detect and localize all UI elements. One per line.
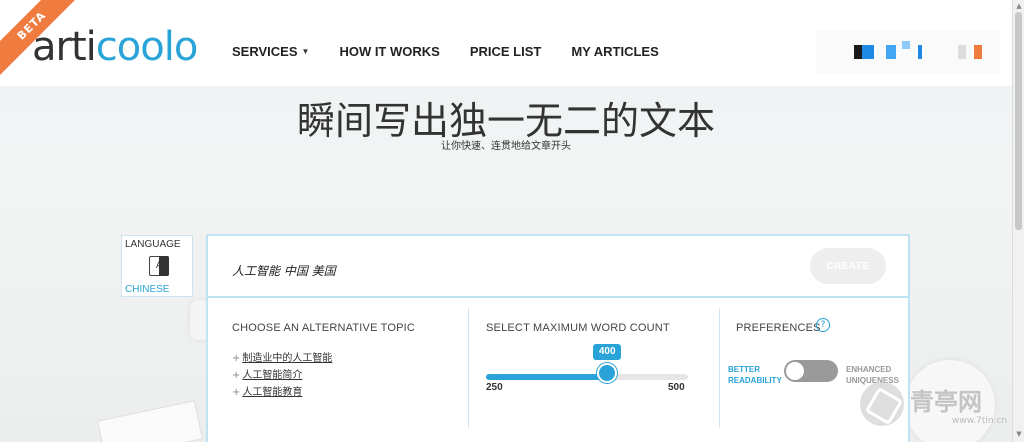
column-divider (719, 308, 720, 428)
list-item: + 人工智能简介 (232, 367, 332, 384)
plus-icon: + (232, 370, 241, 381)
list-item: + 人工智能教育 (232, 384, 332, 401)
user-account-area[interactable] (816, 30, 1000, 74)
translate-icon: A (149, 256, 169, 276)
caret-down-icon: ▼ (301, 47, 310, 56)
language-selector[interactable]: LANGUAGE A CHINESE (121, 235, 193, 297)
preference-toggle[interactable] (784, 360, 838, 382)
word-count-slider-fill (486, 374, 608, 380)
pref-uniqueness-line1: ENHANCED (846, 365, 892, 374)
generator-panel: CREATE CHOOSE AN ALTERNATIVE TOPIC +制造业中… (206, 234, 910, 442)
logo[interactable]: articoolo (32, 24, 199, 70)
language-value: CHINESE (125, 284, 170, 295)
scroll-down-icon[interactable]: ▼ (1015, 430, 1023, 438)
alternatives-list: + 制造业中的人工智能 + 人工智能简介 + 人工智能教育 (232, 350, 332, 401)
create-button[interactable]: CREATE (810, 248, 886, 284)
word-count-max: 500 (668, 382, 685, 393)
nav-how-it-works[interactable]: HOW IT WORKS (339, 44, 439, 59)
watermark-url: www.7tin.cn (952, 416, 1008, 426)
help-icon[interactable]: ? (816, 318, 830, 332)
nav-how-it-works-label: HOW IT WORKS (339, 44, 440, 59)
word-count-slider-track[interactable] (486, 374, 688, 380)
language-label: LANGUAGE (125, 239, 181, 250)
scroll-up-icon[interactable]: ▲ (1015, 2, 1023, 10)
word-count-min: 250 (486, 382, 503, 393)
pref-readability-line1: BETTER (728, 365, 760, 374)
pixel-block (958, 45, 966, 59)
pref-readability-label[interactable]: BETTER READABILITY (728, 364, 782, 386)
list-item: + 制造业中的人工智能 (232, 350, 332, 367)
pixel-block (854, 45, 862, 59)
word-count-value-bubble: 400 (593, 344, 622, 360)
preferences-heading: PREFERENCES (736, 322, 821, 334)
column-divider (468, 308, 469, 428)
watermark: 青亭网 www.7tin.cn (860, 380, 1010, 440)
toggle-knob (786, 362, 804, 380)
main-nav: SERVICES ▼ HOW IT WORKS PRICE LIST MY AR… (232, 44, 659, 59)
word-count-slider-handle[interactable] (597, 363, 618, 383)
pixel-block (902, 41, 910, 49)
plus-icon: + (232, 387, 241, 398)
alternative-topic-link[interactable]: 制造业中的人工智能 (242, 353, 332, 364)
site-header: BETA articoolo SERVICES ▼ HOW IT WORKS P… (0, 0, 1012, 86)
scrollbar[interactable]: ▲ ▼ (1012, 0, 1024, 442)
nav-services-label: SERVICES (232, 44, 298, 59)
pixel-block (886, 45, 896, 59)
plus-icon: + (232, 353, 241, 364)
alternative-topic-link[interactable]: 人工智能教育 (242, 387, 302, 398)
logo-text-left: arti (32, 24, 97, 70)
watermark-text: 青亭网 (910, 388, 982, 416)
pixel-block (918, 45, 922, 59)
watermark-logo-icon (860, 382, 904, 426)
pixel-block (974, 45, 982, 59)
hero-subtitle: 让你快速、连贯地给文章开头 (441, 141, 571, 152)
logo-text-mid: coo (95, 24, 165, 70)
pref-readability-line2: READABILITY (728, 376, 782, 385)
topic-input[interactable] (232, 260, 792, 280)
logo-text-right: lo (163, 24, 199, 70)
nav-price-list-label: PRICE LIST (469, 44, 542, 59)
panel-divider (208, 296, 908, 298)
nav-my-articles[interactable]: MY ARTICLES (571, 44, 658, 59)
nav-services[interactable]: SERVICES ▼ (232, 44, 309, 59)
alternatives-heading: CHOOSE AN ALTERNATIVE TOPIC (232, 322, 416, 334)
scroll-thumb[interactable] (1015, 12, 1022, 230)
alternative-topic-link[interactable]: 人工智能简介 (242, 370, 302, 381)
word-count-heading: SELECT MAXIMUM WORD COUNT (486, 322, 670, 334)
decor-keyboard (96, 400, 204, 442)
pixel-block (862, 45, 874, 59)
nav-my-articles-label: MY ARTICLES (571, 44, 659, 59)
nav-price-list[interactable]: PRICE LIST (470, 44, 542, 59)
